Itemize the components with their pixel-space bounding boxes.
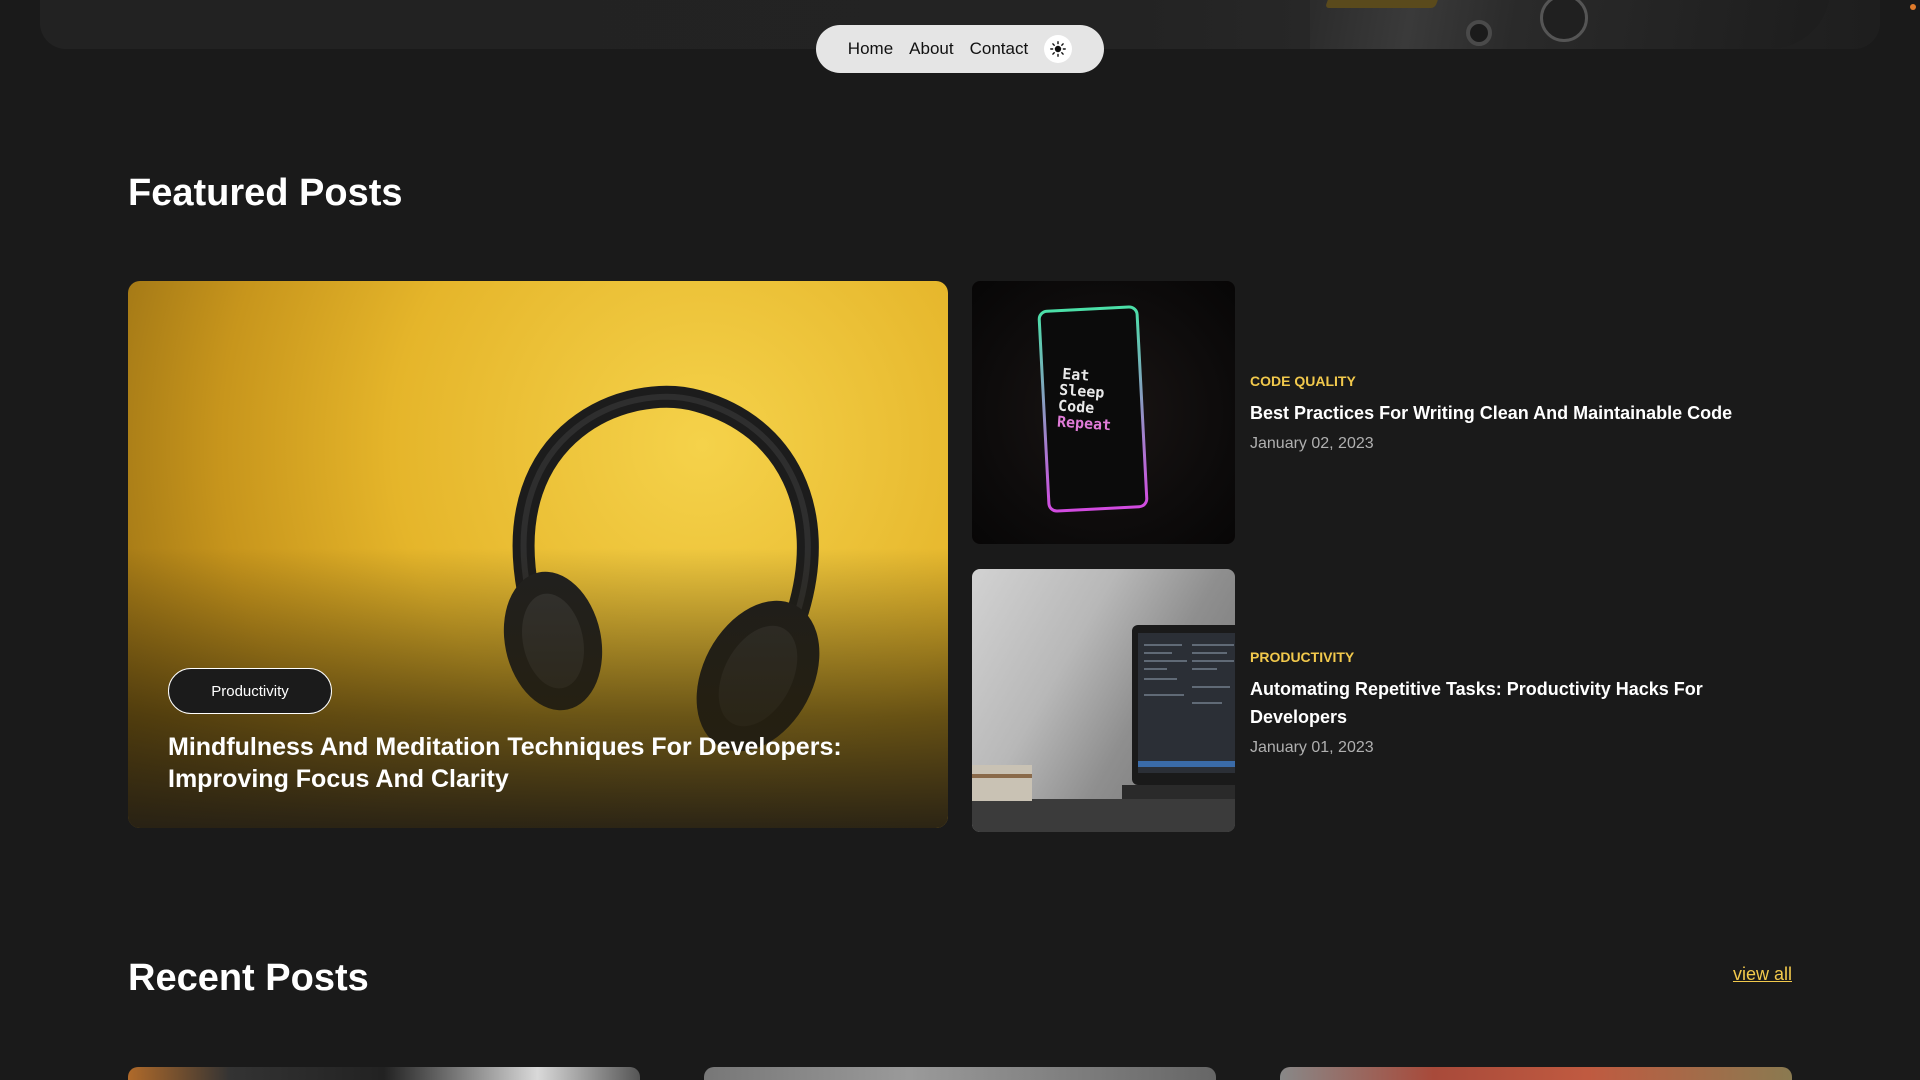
recent-post-card[interactable]: [1280, 1067, 1792, 1080]
sun-icon: [1050, 41, 1067, 57]
phone-illustration: Eat Sleep Code Repeat: [1037, 305, 1149, 513]
nav-about[interactable]: About: [909, 39, 953, 59]
featured-posts-heading: Featured Posts: [128, 172, 403, 214]
recent-posts-heading: Recent Posts: [128, 957, 369, 999]
featured-main-title[interactable]: Mindfulness And Meditation Techniques Fo…: [168, 731, 888, 795]
hero-decoration: [1324, 0, 1446, 8]
nav-contact[interactable]: Contact: [970, 39, 1029, 59]
laptop-illustration: [972, 625, 1235, 832]
view-all-link[interactable]: view all: [1733, 964, 1792, 985]
post-date: January 01, 2023: [1250, 739, 1374, 756]
recent-post-card[interactable]: [128, 1067, 640, 1080]
post-category: PRODUCTIVITY: [1250, 649, 1355, 665]
post-title[interactable]: Best Practices For Writing Clean And Mai…: [1250, 399, 1770, 427]
featured-main-card[interactable]: Productivity Mindfulness And Meditation …: [128, 281, 948, 828]
featured-side-card[interactable]: Eat Sleep Code Repeat CODE QUALITY Best …: [972, 281, 1792, 544]
main-nav: Home About Contact: [816, 25, 1104, 73]
theme-toggle-button[interactable]: [1044, 35, 1073, 63]
category-badge[interactable]: Productivity: [168, 668, 332, 714]
recent-post-card[interactable]: [704, 1067, 1216, 1080]
laptop-image[interactable]: [972, 569, 1235, 832]
nav-home[interactable]: Home: [848, 39, 893, 59]
corner-indicator: [1910, 4, 1916, 10]
phone-text: Repeat: [1056, 413, 1111, 435]
camera-lens-decoration: [1466, 20, 1492, 46]
featured-side-card[interactable]: PRODUCTIVITY Automating Repetitive Tasks…: [972, 569, 1792, 832]
post-category: CODE QUALITY: [1250, 373, 1356, 389]
phone-image[interactable]: Eat Sleep Code Repeat: [972, 281, 1235, 544]
post-date: January 02, 2023: [1250, 435, 1374, 452]
post-title[interactable]: Automating Repetitive Tasks: Productivit…: [1250, 675, 1770, 731]
